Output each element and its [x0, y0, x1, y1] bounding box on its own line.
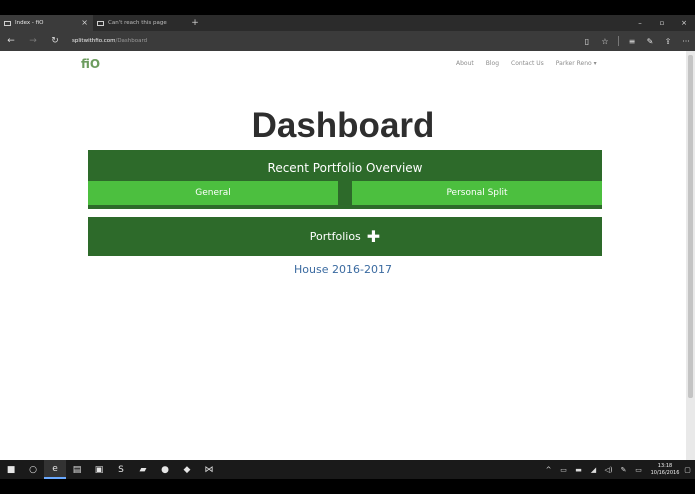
hub-icon[interactable]: ≡ — [623, 37, 641, 46]
edge-icon[interactable]: e — [44, 460, 66, 479]
close-window-button[interactable]: × — [673, 19, 695, 27]
refresh-button[interactable]: ↻ — [44, 36, 66, 46]
visual-studio-icon[interactable]: ⋈ — [198, 460, 220, 479]
start-button[interactable]: ■ — [0, 460, 22, 479]
page-icon — [4, 20, 11, 26]
portfolio-link-house[interactable]: House 2016-2017 — [0, 263, 686, 276]
clock-time: 13:18 — [657, 462, 673, 469]
favorite-star-icon[interactable]: ☆ — [596, 37, 614, 46]
add-portfolio-icon[interactable]: ✚ — [367, 228, 380, 244]
scrollbar-thumb[interactable] — [688, 55, 693, 398]
chevron-up-icon[interactable]: ^ — [541, 466, 556, 474]
minimize-button[interactable]: – — [629, 19, 651, 27]
page-scrollbar[interactable] — [686, 51, 695, 460]
tray-app-icon[interactable]: ▭ — [556, 466, 571, 474]
store-icon[interactable]: ▣ — [88, 460, 110, 479]
share-icon[interactable]: ⇪ — [659, 37, 677, 46]
search-icon[interactable]: ○ — [22, 460, 44, 479]
clock[interactable]: 13:18 10/16/2016 — [650, 463, 680, 477]
web-page: fiO About Blog Contact Us Parker Reno ▾ … — [0, 51, 686, 460]
file-explorer-icon[interactable]: ▤ — [66, 460, 88, 479]
clock-date: 10/16/2016 — [650, 469, 680, 476]
wifi-icon[interactable]: ◢ — [586, 466, 601, 474]
url-path: /Dashboard — [115, 38, 148, 44]
new-tab-button[interactable]: + — [187, 15, 203, 31]
more-icon[interactable]: ··· — [677, 37, 695, 46]
reading-view-icon[interactable]: ▯ — [578, 37, 596, 46]
toolbar-divider — [618, 36, 619, 46]
recent-portfolio-overview-panel: Recent Portfolio Overview General Person… — [88, 150, 602, 209]
personal-split-button[interactable]: Personal Split — [352, 181, 602, 205]
nav-blog[interactable]: Blog — [486, 60, 499, 67]
page-title: Dashboard — [251, 106, 435, 145]
browser-tools: ▯ ☆ ≡ ✎ ⇪ ··· — [578, 36, 695, 46]
portfolios-label: Portfolios — [309, 230, 361, 243]
skype-icon[interactable]: S — [110, 460, 132, 479]
system-tray: ^ ▭ ▬ ◢ ◁) ✎ ▭ 13:18 10/16/2016 ▢ — [541, 463, 695, 477]
user-menu[interactable]: Parker Reno ▾ — [556, 60, 597, 67]
maximize-button[interactable]: ▫ — [651, 19, 673, 27]
battery-icon[interactable]: ▬ — [571, 466, 586, 474]
app-icon[interactable]: ▰ — [132, 460, 154, 479]
page-icon — [97, 20, 104, 26]
keyboard-icon[interactable]: ▭ — [631, 466, 646, 474]
portfolios-panel[interactable]: Portfolios ✚ — [88, 217, 602, 256]
volume-icon[interactable]: ◁) — [601, 466, 616, 474]
tab-title: Index - fiO — [15, 20, 44, 26]
url-domain: splitwithfio.com — [72, 38, 116, 44]
tab-title: Can't reach this page — [108, 20, 167, 26]
tab-bar: Index - fiO × Can't reach this page + – … — [0, 15, 695, 31]
url-field[interactable]: splitwithfio.com/Dashboard — [72, 38, 147, 44]
letterbox-bottom — [0, 479, 695, 494]
nav-about[interactable]: About — [456, 60, 474, 67]
notification-icon[interactable]: ▢ — [680, 466, 695, 474]
screenshot: Index - fiO × Can't reach this page + – … — [0, 0, 695, 494]
tab-index-fio[interactable]: Index - fiO × — [0, 15, 93, 31]
letterbox-top — [0, 0, 695, 15]
tab-cant-reach[interactable]: Can't reach this page — [93, 15, 187, 31]
nav-contact-us[interactable]: Contact Us — [511, 60, 544, 67]
site-nav: About Blog Contact Us Parker Reno ▾ — [456, 60, 597, 67]
pen-icon[interactable]: ✎ — [616, 466, 631, 474]
brand-logo[interactable]: fiO — [81, 57, 100, 71]
overview-title: Recent Portfolio Overview — [267, 161, 423, 175]
general-button[interactable]: General — [88, 181, 338, 205]
address-bar: ← → ↻ splitwithfio.com/Dashboard ▯ ☆ ≡ ✎… — [0, 31, 695, 51]
back-button[interactable]: ← — [0, 36, 22, 46]
window-controls: – ▫ × — [629, 15, 695, 31]
web-note-icon[interactable]: ✎ — [641, 37, 659, 46]
spotify-icon[interactable]: ● — [154, 460, 176, 479]
steam-icon[interactable]: ◆ — [176, 460, 198, 479]
close-tab-icon[interactable]: × — [81, 18, 88, 28]
windows-taskbar: ■ ○ e ▤ ▣ S ▰ ● ◆ ⋈ ^ ▭ ▬ ◢ ◁) ✎ ▭ 13:18… — [0, 460, 695, 479]
forward-button[interactable]: → — [22, 36, 44, 46]
